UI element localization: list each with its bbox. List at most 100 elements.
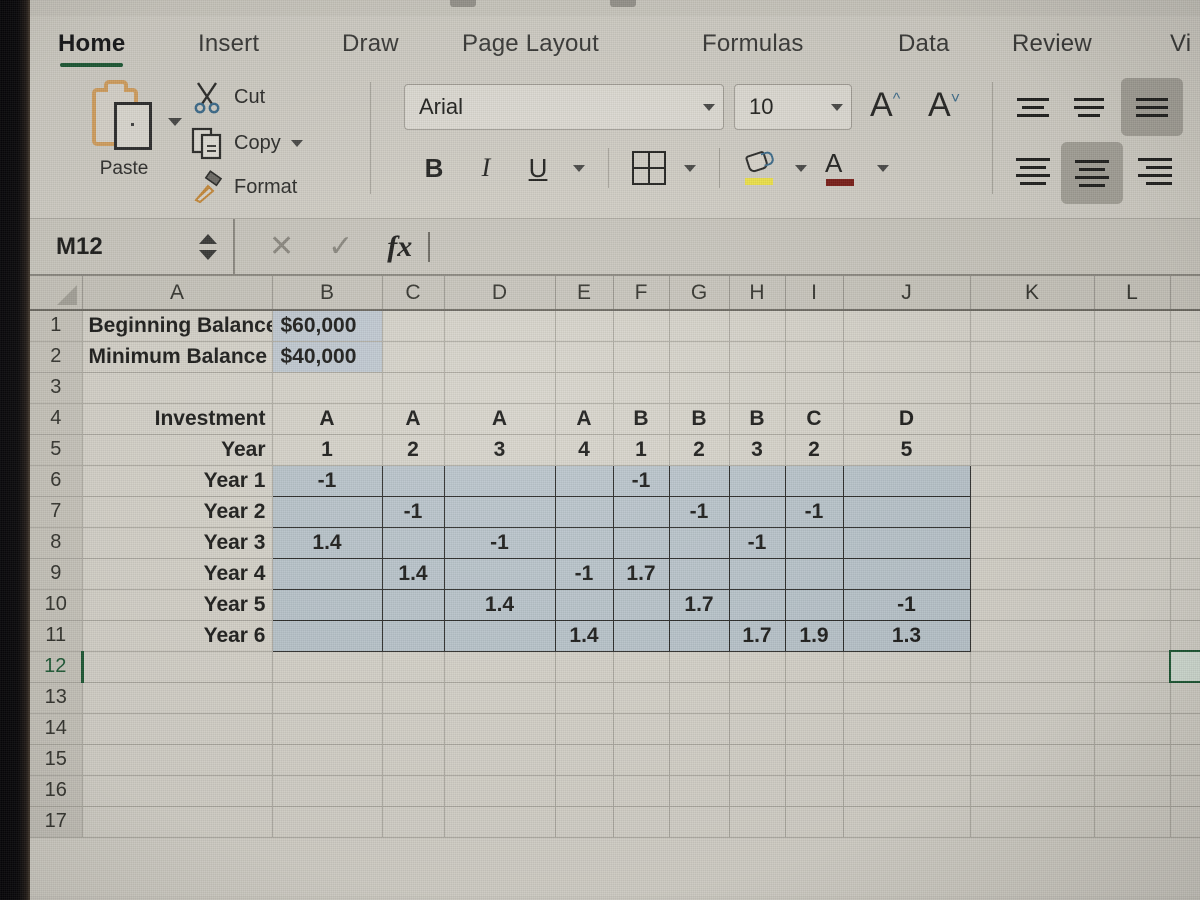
- cut-button[interactable]: Cut: [190, 80, 265, 114]
- ribbon-tab-data[interactable]: Data: [898, 30, 950, 58]
- cell-1[interactable]: [1170, 310, 1200, 342]
- cell-D16[interactable]: [444, 775, 556, 807]
- insert-function-icon[interactable]: fx: [387, 230, 412, 264]
- cell-G17[interactable]: [669, 806, 730, 838]
- cell-B2[interactable]: $40,000: [272, 341, 383, 373]
- cell-L15[interactable]: [1094, 744, 1171, 776]
- cell-H16[interactable]: [729, 775, 786, 807]
- cell-E16[interactable]: [555, 775, 614, 807]
- cell-G8[interactable]: [668, 526, 730, 559]
- cell-I12[interactable]: [785, 651, 844, 683]
- cell-H14[interactable]: [729, 713, 786, 745]
- formula-input[interactable]: [412, 219, 1200, 274]
- cell-J12[interactable]: [843, 651, 971, 683]
- cell-E11[interactable]: 1.4: [554, 619, 614, 652]
- cell-F11[interactable]: [612, 619, 670, 652]
- cell-A14[interactable]: [82, 713, 273, 745]
- row-header-15[interactable]: 15: [30, 744, 83, 776]
- ribbon-tab-draw[interactable]: Draw: [342, 30, 399, 58]
- column-header-L[interactable]: L: [1094, 276, 1171, 311]
- cell-G4[interactable]: B: [669, 403, 730, 435]
- ribbon-tab-insert[interactable]: Insert: [198, 30, 259, 58]
- cell-F10[interactable]: [612, 588, 670, 621]
- cell-F6[interactable]: -1: [612, 464, 670, 497]
- cell-E9[interactable]: -1: [554, 557, 614, 590]
- format-painter-button[interactable]: Format: [190, 170, 297, 204]
- cell-D11[interactable]: [443, 619, 556, 652]
- cell-G2[interactable]: [669, 341, 730, 373]
- cell-G14[interactable]: [669, 713, 730, 745]
- chevron-down-icon[interactable]: [290, 139, 303, 147]
- cell-C13[interactable]: [382, 682, 445, 714]
- align-center-button[interactable]: [1061, 142, 1123, 204]
- cell-H1[interactable]: [729, 310, 786, 342]
- cell-L6[interactable]: [1094, 465, 1171, 497]
- cell-H12[interactable]: [729, 651, 786, 683]
- cell-7[interactable]: [1170, 496, 1200, 528]
- row-header-6[interactable]: 6: [30, 465, 83, 497]
- cell-D5[interactable]: 3: [444, 434, 556, 466]
- cell-L16[interactable]: [1094, 775, 1171, 807]
- cell-D7[interactable]: [443, 495, 556, 528]
- cell-J16[interactable]: [843, 775, 971, 807]
- cell-G9[interactable]: [668, 557, 730, 590]
- increase-font-size-button[interactable]: A^: [870, 86, 900, 125]
- underline-options-button[interactable]: [564, 144, 594, 192]
- row-header-14[interactable]: 14: [30, 713, 83, 745]
- name-box-spinner[interactable]: [199, 233, 217, 260]
- cell-H10[interactable]: [728, 588, 786, 621]
- column-header-C[interactable]: C: [382, 276, 445, 311]
- cell-J2[interactable]: [843, 341, 971, 373]
- cell-D4[interactable]: A: [444, 403, 556, 435]
- chevron-down-icon[interactable]: [199, 249, 217, 260]
- cell-F17[interactable]: [613, 806, 670, 838]
- cell-J9[interactable]: [842, 557, 971, 590]
- cell-E8[interactable]: [554, 526, 614, 559]
- font-color-button[interactable]: A: [816, 144, 868, 192]
- cell-H17[interactable]: [729, 806, 786, 838]
- cell-A15[interactable]: [82, 744, 273, 776]
- cell-A4[interactable]: Investment: [82, 403, 273, 435]
- cell-G5[interactable]: 2: [669, 434, 730, 466]
- cell-11[interactable]: [1170, 620, 1200, 652]
- cell-B8[interactable]: 1.4: [271, 526, 383, 559]
- cell-C2[interactable]: [382, 341, 445, 373]
- cell-C10[interactable]: [381, 588, 445, 621]
- cell-A3[interactable]: [82, 372, 273, 404]
- select-all-corner[interactable]: [30, 276, 83, 311]
- cell-C9[interactable]: 1.4: [381, 557, 445, 590]
- cell-F12[interactable]: [613, 651, 670, 683]
- cell-F2[interactable]: [613, 341, 670, 373]
- cell-G15[interactable]: [669, 744, 730, 776]
- cell-2[interactable]: [1170, 341, 1200, 373]
- cell-F13[interactable]: [613, 682, 670, 714]
- cell-K2[interactable]: [970, 341, 1095, 373]
- column-header-K[interactable]: K: [970, 276, 1095, 311]
- cell-J1[interactable]: [843, 310, 971, 342]
- cell-H13[interactable]: [729, 682, 786, 714]
- column-header-A[interactable]: A: [82, 276, 273, 311]
- cell-G3[interactable]: [669, 372, 730, 404]
- borders-button[interactable]: [623, 144, 675, 192]
- cell-I5[interactable]: 2: [785, 434, 844, 466]
- cell-L1[interactable]: [1094, 310, 1171, 342]
- spreadsheet-grid[interactable]: ABCDEFGHIJKL 1 Beginning Balance $60,000 2 M…: [30, 276, 1200, 896]
- font-name-input[interactable]: Arial: [404, 84, 724, 130]
- cell-K7[interactable]: [970, 496, 1095, 528]
- cell-H4[interactable]: B: [729, 403, 786, 435]
- chevron-down-icon[interactable]: [168, 118, 182, 126]
- cell-A5[interactable]: Year: [82, 434, 273, 466]
- ribbon-tab-review[interactable]: Review: [1012, 30, 1092, 58]
- align-bottom-button[interactable]: [1121, 78, 1183, 136]
- row-header-11[interactable]: 11: [30, 620, 83, 652]
- cell-B15[interactable]: [272, 744, 383, 776]
- cell-A9[interactable]: Year 4: [82, 558, 273, 590]
- bold-button[interactable]: B: [408, 144, 460, 192]
- cell-J8[interactable]: [842, 526, 971, 559]
- font-size-input[interactable]: 10: [734, 84, 852, 130]
- cell-K16[interactable]: [970, 775, 1095, 807]
- cell-F4[interactable]: B: [613, 403, 670, 435]
- name-box[interactable]: M12: [30, 219, 235, 274]
- cell-D10[interactable]: 1.4: [443, 588, 556, 621]
- cell-K1[interactable]: [970, 310, 1095, 342]
